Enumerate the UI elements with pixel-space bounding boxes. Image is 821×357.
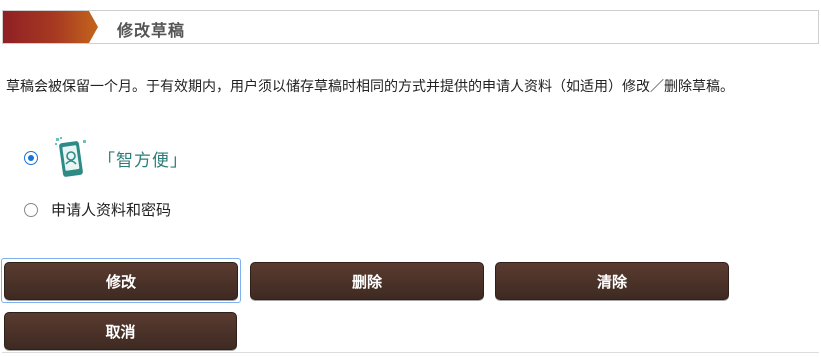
page-title: 修改草稿 [117,21,186,40]
header-accent-bar [3,11,98,43]
option-password[interactable]: 申请人资料和密码 [24,199,171,220]
radio-password[interactable] [24,202,38,217]
option-smart[interactable]: 「智方便」 [24,136,188,180]
cancel-button[interactable]: 取消 [4,312,237,350]
radio-smart[interactable] [24,151,38,165]
section-header: 修改草稿 [2,10,819,44]
modify-button[interactable]: 修改 [4,262,238,300]
option-smart-label: 「智方便」 [98,150,188,171]
smartphone-app-icon [55,137,86,177]
option-password-label: 申请人资料和密码 [51,201,172,219]
delete-button[interactable]: 删除 [250,262,484,300]
draft-retention-description: 草稿会被保留一个月。于有效期内，用户须以储存草稿时相同的方式并提供的申请人资料（… [6,79,734,95]
clear-button[interactable]: 清除 [495,262,729,300]
bottom-divider [2,352,819,353]
